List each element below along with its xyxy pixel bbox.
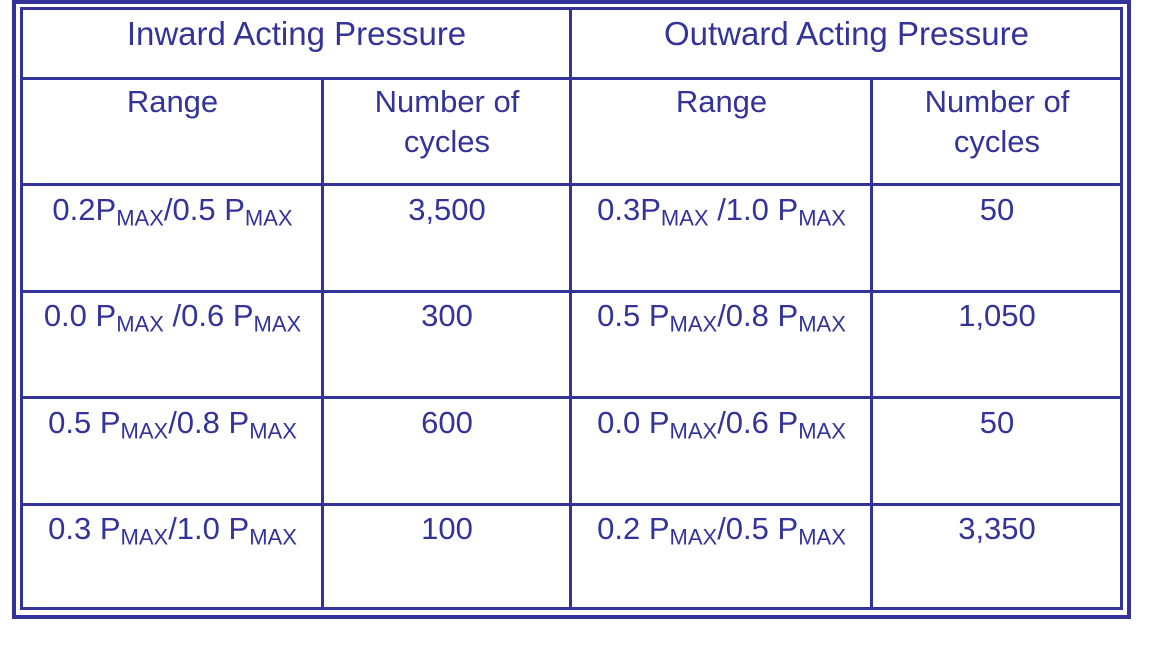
outward-range-cell: 0.2 PMAX/0.5 PMAX xyxy=(572,509,871,549)
range-value-part: /0.5 P xyxy=(717,511,799,546)
subscript-max: MAX xyxy=(253,311,302,337)
group-header-outward: Outward Acting Pressure xyxy=(572,14,1121,54)
cycles-value: 100 xyxy=(421,511,473,546)
subscript-max: MAX xyxy=(116,311,164,337)
inward-cycles-cell: 600 xyxy=(323,403,571,443)
subscript-max: MAX xyxy=(669,311,718,337)
cycles-value: 300 xyxy=(421,298,473,333)
range-value-part: 0.5 P xyxy=(597,298,670,333)
range-value-part: /0.8 P xyxy=(717,298,799,333)
cycles-value: 50 xyxy=(979,405,1015,440)
range-value-part: 0.3P xyxy=(597,192,661,227)
column-header-outward-cycles: Number of cycles xyxy=(872,82,1122,162)
range-value-part: 0.0 P xyxy=(43,298,117,333)
cycles-value: 600 xyxy=(421,405,473,440)
column-header-line: Range xyxy=(126,84,219,119)
inward-range-cell: 0.2PMAX/0.5 PMAX xyxy=(23,190,322,230)
range-value-part: 0.2P xyxy=(52,192,117,227)
group-header-inward: Inward Acting Pressure xyxy=(23,14,570,54)
subscript-max: MAX xyxy=(669,524,718,550)
column-header-line: cycles xyxy=(403,124,491,159)
cycles-value: 50 xyxy=(979,192,1015,227)
inward-range-cell: 0.5 PMAX/0.8 PMAX xyxy=(23,403,322,443)
inward-cycles-cell: 3,500 xyxy=(323,190,571,230)
outward-cycles-cell: 50 xyxy=(872,190,1122,230)
subscript-max: MAX xyxy=(669,418,718,444)
group-header-inward-label: Inward Acting Pressure xyxy=(126,15,467,52)
cycles-value: 3,350 xyxy=(958,511,1036,546)
range-value-part: /0.8 P xyxy=(168,405,250,440)
inward-cycles-cell: 300 xyxy=(323,296,571,336)
inward-cycles-cell: 100 xyxy=(323,509,571,549)
range-value-part: 0.5 P xyxy=(48,405,121,440)
subscript-max: MAX xyxy=(660,205,709,231)
subscript-max: MAX xyxy=(116,205,164,231)
outward-range-cell: 0.0 PMAX/0.6 PMAX xyxy=(572,403,871,443)
outward-range-cell: 0.3PMAX /1.0 PMAX xyxy=(572,190,871,230)
range-value-part: /0.5 P xyxy=(163,192,245,227)
subscript-max: MAX xyxy=(249,524,297,550)
cycles-value: 3,500 xyxy=(408,192,486,227)
subscript-max: MAX xyxy=(798,311,846,337)
subscript-max: MAX xyxy=(798,205,846,231)
range-value-part: /0.6 P xyxy=(717,405,799,440)
outward-range-cell: 0.5 PMAX/0.8 PMAX xyxy=(572,296,871,336)
column-header-inward-range: Range xyxy=(23,82,322,122)
range-value-part: /1.0 P xyxy=(168,511,250,546)
inward-range-cell: 0.3 PMAX/1.0 PMAX xyxy=(23,509,322,549)
column-header-inward-cycles: Number of cycles xyxy=(323,82,571,162)
range-value-part: 0.2 P xyxy=(597,511,670,546)
cycles-value: 1,050 xyxy=(958,298,1036,333)
subscript-max: MAX xyxy=(798,418,846,444)
outward-cycles-cell: 1,050 xyxy=(872,296,1122,336)
inward-range-cell: 0.0 PMAX /0.6 PMAX xyxy=(23,296,322,336)
subscript-max: MAX xyxy=(120,418,169,444)
column-header-line: Range xyxy=(675,84,768,119)
range-value-part: /0.6 P xyxy=(163,298,254,333)
subscript-max: MAX xyxy=(249,418,297,444)
column-header-line: cycles xyxy=(953,124,1041,159)
column-header-line: Number of xyxy=(924,84,1070,119)
subscript-max: MAX xyxy=(798,524,846,550)
column-header-line: Number of xyxy=(374,84,520,119)
subscript-max: MAX xyxy=(120,524,169,550)
outward-cycles-cell: 3,350 xyxy=(872,509,1122,549)
column-header-outward-range: Range xyxy=(572,82,871,122)
range-value-part: 0.3 P xyxy=(48,511,121,546)
subscript-max: MAX xyxy=(244,205,293,231)
outward-cycles-cell: 50 xyxy=(872,403,1122,443)
range-value-part: /1.0 P xyxy=(708,192,799,227)
range-value-part: 0.0 P xyxy=(597,405,670,440)
group-header-outward-label: Outward Acting Pressure xyxy=(664,15,1029,52)
